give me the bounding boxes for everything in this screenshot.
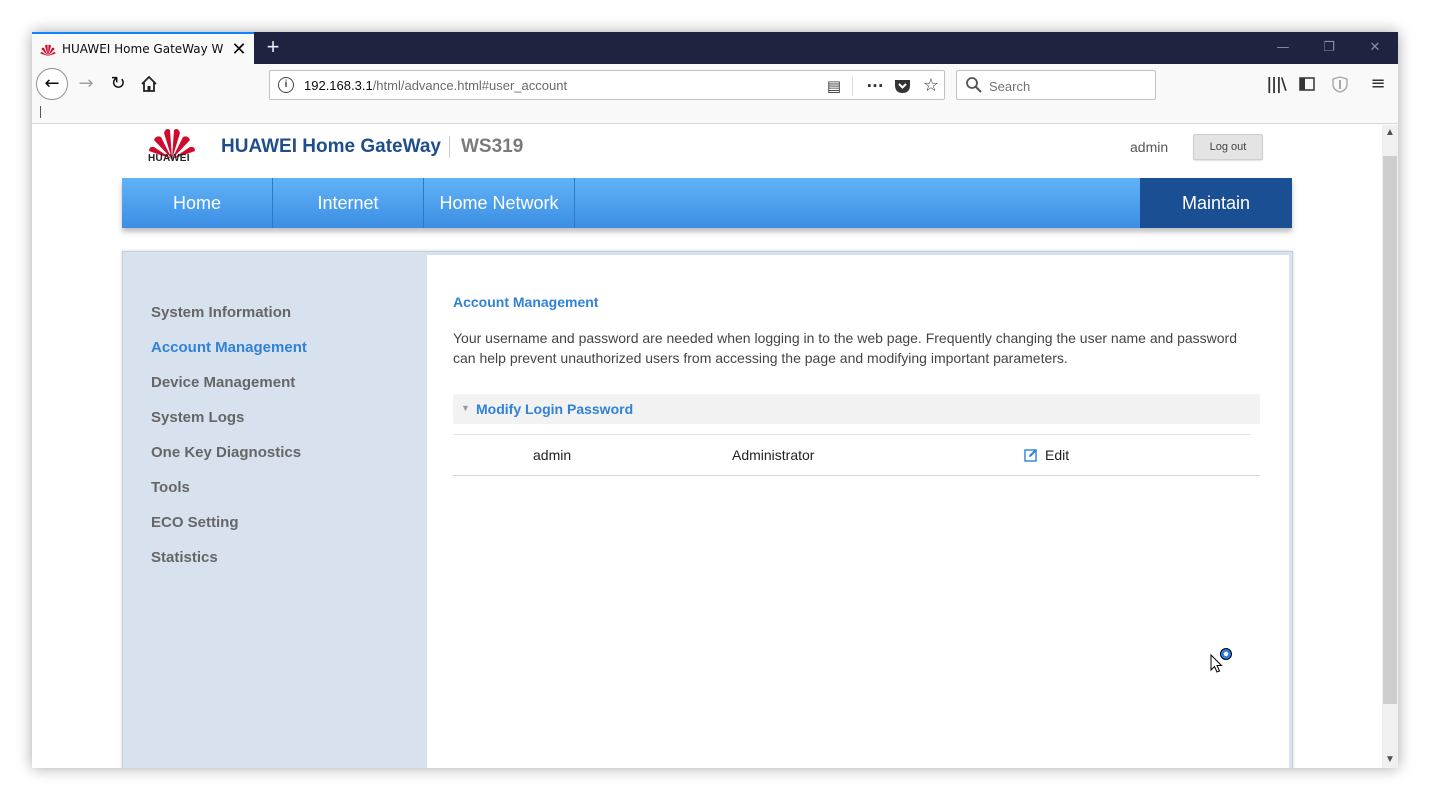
back-button[interactable]: ←: [36, 68, 68, 100]
nav-maintain[interactable]: Maintain: [1140, 178, 1292, 228]
page-title: Account Management: [453, 294, 599, 310]
info-icon[interactable]: i: [278, 77, 294, 93]
forward-button[interactable]: →: [70, 68, 102, 100]
search-icon: [966, 77, 982, 93]
search-input[interactable]: Search: [956, 70, 1156, 100]
router-header: HUAWEI HUAWEI Home GateWay WS319 admin L…: [122, 125, 1292, 177]
content-area: System Information Account Management De…: [122, 251, 1293, 768]
star-icon[interactable]: ☆: [920, 75, 942, 97]
sidebar-item-eco-setting[interactable]: ECO Setting: [151, 514, 239, 531]
huawei-favicon-icon: [40, 44, 56, 56]
logout-button[interactable]: Log out: [1193, 134, 1263, 160]
bookmarks-toolbar: [32, 104, 1398, 124]
row-divider-top: [453, 434, 1251, 435]
logo-wordmark: HUAWEI: [148, 153, 190, 164]
modify-password-section-header[interactable]: ▼ Modify Login Password: [453, 394, 1260, 424]
search-placeholder: Search: [989, 79, 1031, 94]
main-navigation: Home Internet Home Network Maintain: [122, 178, 1292, 228]
sidebar-item-statistics[interactable]: Statistics: [151, 549, 218, 566]
sidebar-item-tools[interactable]: Tools: [151, 479, 190, 496]
tab-title: HUAWEI Home GateWay WS319: [62, 42, 224, 56]
reload-icon: ↻: [110, 73, 126, 94]
sidebar-item-one-key-diagnostics[interactable]: One Key Diagnostics: [151, 444, 301, 461]
vertical-scrollbar[interactable]: ▲ ▼: [1382, 125, 1398, 768]
url-path: /html/advance.html#user_account: [372, 78, 568, 93]
section-title: Modify Login Password: [476, 401, 634, 417]
busy-cursor-icon: [1210, 648, 1232, 673]
account-panel: Account Management Your username and pas…: [427, 255, 1289, 768]
more-icon[interactable]: ···: [864, 75, 886, 97]
edit-icon[interactable]: [1024, 448, 1038, 462]
sidebar-icon[interactable]: [1299, 77, 1315, 91]
url-bar[interactable]: i 192.168.3.1/html/advance.html#user_acc…: [269, 70, 945, 100]
sidebar-item-device-management[interactable]: Device Management: [151, 374, 295, 391]
edit-link[interactable]: Edit: [1045, 447, 1069, 463]
current-user: admin: [1130, 139, 1169, 155]
url-divider: [852, 76, 853, 96]
nav-home-network[interactable]: Home Network: [424, 178, 575, 228]
model-name: WS319: [461, 136, 524, 157]
url-text[interactable]: 192.168.3.1/html/advance.html#user_accou…: [304, 78, 567, 93]
shield-icon[interactable]: [1332, 76, 1348, 93]
page-viewport: HUAWEI HUAWEI Home GateWay WS319 admin L…: [32, 125, 1382, 768]
tab-active[interactable]: HUAWEI Home GateWay WS319 ✕: [32, 32, 254, 64]
scroll-up-icon[interactable]: ▲: [1382, 125, 1398, 141]
hamburger-menu-icon[interactable]: ≡: [1366, 72, 1390, 96]
account-username: admin: [533, 447, 572, 463]
reader-view-icon[interactable]: ▤: [823, 75, 845, 97]
reload-button[interactable]: ↻: [102, 68, 134, 100]
tab-strip: HUAWEI Home GateWay WS319 ✕ + — ❐ ✕: [32, 32, 1398, 64]
restore-icon[interactable]: ❐: [1314, 38, 1344, 58]
home-button[interactable]: [133, 68, 165, 100]
sidebar-item-system-logs[interactable]: System Logs: [151, 409, 244, 426]
arrow-right-icon: →: [78, 73, 94, 94]
url-host: 192.168.3.1: [304, 78, 373, 93]
sidebar-item-account-management[interactable]: Account Management: [151, 339, 307, 356]
scroll-down-icon[interactable]: ▼: [1382, 752, 1398, 768]
scrollbar-thumb[interactable]: [1383, 156, 1397, 704]
account-role: Administrator: [732, 447, 815, 463]
caret-down-icon: ▼: [461, 403, 470, 413]
brand-title: HUAWEI Home GateWay: [221, 136, 441, 157]
browser-window: HUAWEI Home GateWay WS319 ✕ + — ❐ ✕ ← → …: [32, 32, 1398, 768]
pocket-icon[interactable]: [894, 78, 911, 94]
library-icon[interactable]: |||\: [1264, 72, 1288, 96]
navigation-toolbar: ← → ↻ i 192.168.3.1/html/advance.html#us…: [32, 64, 1398, 104]
close-tab-icon[interactable]: ✕: [230, 38, 248, 60]
home-icon: [141, 75, 157, 92]
new-tab-icon[interactable]: +: [262, 36, 284, 58]
brand-divider: [449, 136, 450, 158]
nav-home[interactable]: Home: [122, 178, 273, 228]
arrow-left-icon: ←: [44, 73, 60, 94]
page-description: Your username and password are needed wh…: [453, 330, 1238, 366]
text-caret: [40, 106, 41, 118]
row-divider-bottom: [453, 475, 1260, 476]
sidebar-item-system-information[interactable]: System Information: [151, 304, 291, 321]
window-close-icon[interactable]: ✕: [1360, 38, 1390, 58]
minimize-icon[interactable]: —: [1268, 38, 1298, 58]
nav-internet[interactable]: Internet: [273, 178, 424, 228]
